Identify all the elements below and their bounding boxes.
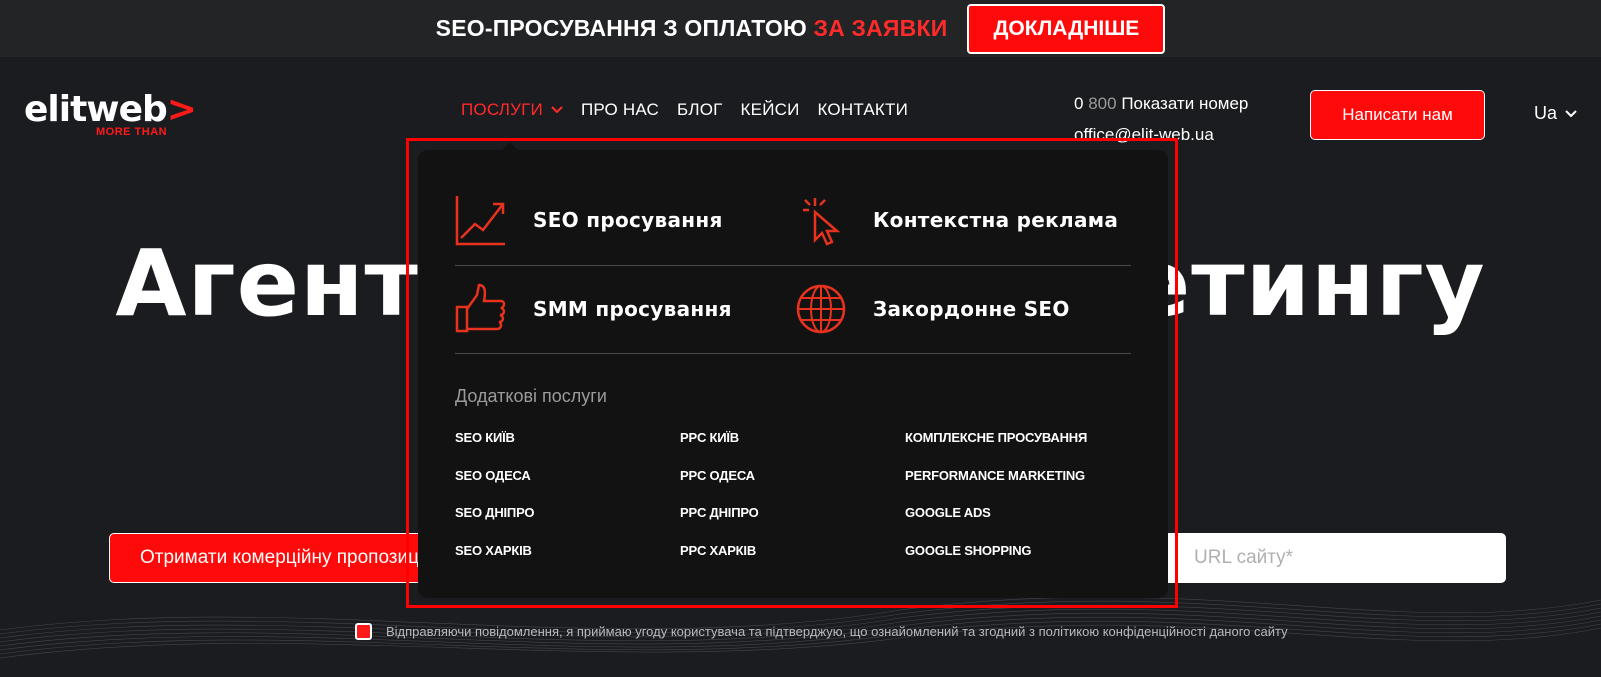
main-nav: ПОСЛУГИ ПРО НАС БЛОГ КЕЙСИ КОНТАКТИ (461, 100, 908, 120)
nav-item-cases[interactable]: КЕЙСИ (741, 100, 800, 120)
consent-text: Відправляючи повідомлення, я приймаю уго… (386, 624, 1288, 639)
logo-tagline: MORE THAN (96, 126, 168, 138)
extra-link[interactable]: PERFORMANCE MARKETING (905, 468, 1085, 483)
extra-link[interactable]: PPC КИЇВ (680, 430, 739, 445)
service-foreign-seo[interactable]: Закордонне SEO (795, 283, 1070, 335)
nav-item-label: ПОСЛУГИ (461, 100, 543, 119)
extra-link[interactable]: PPC ДНІПРО (680, 505, 759, 520)
cursor-click-icon (803, 198, 841, 246)
nav-item-about[interactable]: ПРО НАС (581, 100, 659, 120)
extra-link[interactable]: GOOGLE SHOPPING (905, 543, 1031, 558)
extra-link[interactable]: PPC ХАРКІВ (680, 543, 756, 558)
promo-text-main: SEO-ПРОСУВАННЯ З ОПЛАТОЮ (435, 15, 807, 41)
extra-link[interactable]: SEO ДНІПРО (455, 505, 534, 520)
extra-link[interactable]: PPC ОДЕСА (680, 468, 755, 483)
consent-checkbox[interactable] (355, 623, 372, 640)
phone-prefix: 0 (1074, 94, 1084, 113)
nav-item-blog[interactable]: БЛОГ (677, 100, 723, 120)
promo-bar: SEO-ПРОСУВАННЯ З ОПЛАТОЮ ЗА ЗАЯВКИ ДОКЛА… (0, 0, 1601, 57)
thumbs-up-icon (455, 283, 506, 333)
service-label: SMM просування (533, 297, 732, 321)
language-label: Ua (1534, 103, 1558, 123)
extra-services-title: Додаткові послуги (455, 386, 607, 406)
chart-up-icon (455, 196, 505, 246)
service-context-ads[interactable]: Контекстна реклама (795, 194, 1118, 246)
logo-chevron-icon: > (166, 89, 197, 130)
write-us-button[interactable]: Написати нам (1310, 90, 1485, 140)
service-label: Закордонне SEO (873, 297, 1070, 321)
phone-line[interactable]: 0 800 Показати номер (1074, 88, 1248, 119)
chevron-down-icon (551, 106, 563, 114)
divider (455, 265, 1131, 266)
promo-text: SEO-ПРОСУВАННЯ З ОПЛАТОЮ ЗА ЗАЯВКИ (436, 15, 948, 42)
extra-link[interactable]: SEO КИЇВ (455, 430, 515, 445)
logo-wordmark: elitweb> (24, 92, 224, 128)
nav-item-services[interactable]: ПОСЛУГИ (461, 100, 563, 120)
service-seo[interactable]: SEO просування (455, 194, 723, 246)
service-smm[interactable]: SMM просування (455, 283, 732, 335)
chevron-down-icon (1565, 109, 1577, 117)
show-number-link[interactable]: Показати номер (1121, 94, 1248, 113)
nav-item-contacts[interactable]: КОНТАКТИ (818, 100, 908, 120)
url-input[interactable] (1160, 533, 1506, 583)
service-label: Контекстна реклама (873, 208, 1119, 232)
extra-link[interactable]: GOOGLE ADS (905, 505, 991, 520)
consent-row: Відправляючи повідомлення, я приймаю уго… (355, 623, 1288, 640)
commercial-offer-button[interactable]: Отримати комерційну пропозиц (109, 533, 429, 583)
promo-details-button[interactable]: ДОКЛАДНІШЕ (967, 3, 1166, 54)
globe-icon (796, 284, 846, 334)
extra-link[interactable]: SEO ОДЕСА (455, 468, 531, 483)
divider (455, 353, 1131, 354)
extra-link[interactable]: КОМПЛЕКСНЕ ПРОСУВАННЯ (905, 430, 1087, 445)
service-label: SEO просування (533, 208, 723, 232)
logo[interactable]: elitweb> MORE THAN (24, 92, 224, 142)
language-selector[interactable]: Ua (1534, 103, 1577, 124)
phone-mid: 800 (1088, 94, 1117, 113)
promo-text-highlight: ЗА ЗАЯВКИ (813, 15, 948, 41)
logo-text: elitweb (24, 89, 168, 130)
extra-link[interactable]: SEO ХАРКІВ (455, 543, 532, 558)
